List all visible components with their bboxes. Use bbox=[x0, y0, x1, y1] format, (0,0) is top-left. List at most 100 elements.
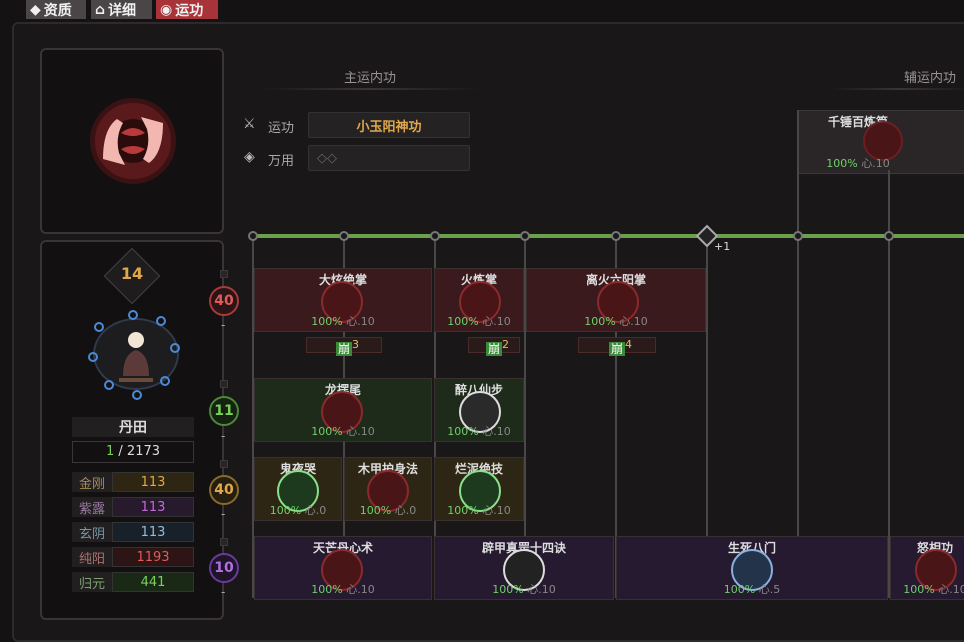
main-section-title: 主运内功 bbox=[343, 71, 396, 86]
skill-pct: 100% bbox=[903, 583, 935, 596]
collapse-tag[interactable]: 崩 3 bbox=[306, 337, 382, 356]
stat-value: 113 bbox=[112, 497, 194, 517]
skill-card[interactable]: 生死八门 100% 心.5 bbox=[616, 536, 888, 600]
skill-progress: 100% 心.10 bbox=[527, 313, 705, 329]
collapse-tag-label: 崩 bbox=[608, 342, 625, 356]
skill-progress: 100% 心.10 bbox=[739, 155, 964, 171]
row-level-badge: 40 bbox=[209, 286, 239, 316]
skill-pct: 100% bbox=[492, 583, 524, 596]
meridian-node bbox=[94, 322, 104, 332]
skill-xin: 心.10 bbox=[482, 425, 511, 438]
skill-xin: 心.10 bbox=[938, 583, 964, 596]
skill-card[interactable]: 醉八仙步 100% 心.10 bbox=[434, 378, 524, 442]
swords-icon: ⚔ bbox=[243, 116, 256, 132]
skill-progress: 100% 心.10 bbox=[435, 581, 613, 597]
skill-xin: 心.0 bbox=[394, 504, 417, 517]
skill-pct: 100% bbox=[584, 315, 616, 328]
stat-label: 归元 bbox=[72, 572, 112, 592]
skill-card[interactable]: 怒相功 100% 心.10 bbox=[890, 536, 964, 600]
aux-skill-card[interactable]: 千锤百炼篇 100% 心.10 bbox=[798, 110, 964, 174]
track-node bbox=[430, 231, 440, 241]
stat-value: 113 bbox=[112, 472, 194, 492]
skill-card[interactable]: 大炫绝掌 100% 心.10 bbox=[254, 268, 432, 332]
stat-label: 紫露 bbox=[72, 497, 112, 517]
tab-details[interactable]: ⌂ 详细 bbox=[91, 0, 152, 19]
skill-card[interactable]: 鬼夜哭 100% 心.0 bbox=[254, 457, 342, 521]
universal-label: 万用 bbox=[268, 154, 295, 169]
skill-card[interactable]: 龙摆尾 100% 心.10 bbox=[254, 378, 432, 442]
skill-xin: 心.10 bbox=[482, 315, 511, 328]
divider bbox=[830, 88, 964, 90]
meridian-node bbox=[160, 376, 170, 386]
skill-xin: 心.10 bbox=[482, 504, 511, 517]
collapse-tag-count: 4 bbox=[625, 338, 632, 351]
divider bbox=[260, 88, 480, 90]
tree-line bbox=[797, 110, 799, 598]
row-minus[interactable]: - bbox=[221, 429, 225, 443]
stat-label: 金刚 bbox=[72, 472, 112, 492]
tab-cultivation[interactable]: ◉ 运功 bbox=[156, 0, 218, 19]
skill-progress: 100% 心.10 bbox=[255, 313, 431, 329]
main-skill-field[interactable]: 小玉阳神功 bbox=[308, 112, 470, 138]
track-node bbox=[339, 231, 349, 241]
skill-pct: 100% bbox=[311, 425, 343, 438]
skill-progress: 100% 心.10 bbox=[435, 502, 523, 518]
skill-pct: 100% bbox=[311, 583, 343, 596]
tab-label: 详细 bbox=[108, 2, 137, 19]
row-marker bbox=[220, 460, 228, 468]
skill-card[interactable]: 烂泥绝技 100% 心.10 bbox=[434, 457, 524, 521]
skill-pct: 100% bbox=[447, 425, 479, 438]
skill-card[interactable]: 辟甲真罡十四诀 100% 心.10 bbox=[434, 536, 614, 600]
row-marker bbox=[220, 270, 228, 278]
row-minus[interactable]: - bbox=[221, 585, 225, 599]
stat-label: 玄阴 bbox=[72, 522, 112, 542]
dantian-value: 1 / 2173 bbox=[72, 441, 194, 463]
row-marker bbox=[220, 380, 228, 388]
collapse-tag-label: 崩 bbox=[335, 342, 352, 356]
meridian-node bbox=[104, 380, 114, 390]
track-bonus: +1 bbox=[714, 240, 731, 253]
row-minus[interactable]: - bbox=[221, 507, 225, 521]
skill-card[interactable]: 火炼掌 100% 心.10 bbox=[434, 268, 524, 332]
track-node bbox=[248, 231, 258, 241]
skill-pct: 100% bbox=[359, 504, 392, 517]
universal-field[interactable]: ◇◇ bbox=[308, 145, 470, 171]
character-level: 14 bbox=[120, 264, 144, 283]
skill-card[interactable]: 天芒丹心术 100% 心.10 bbox=[254, 536, 432, 600]
skill-pct: 100% bbox=[447, 504, 479, 517]
meridian-node bbox=[156, 316, 166, 326]
skill-pct: 100% bbox=[269, 504, 302, 517]
cultivate-label: 运功 bbox=[268, 121, 295, 136]
collapse-tag-label: 崩 bbox=[485, 342, 502, 356]
skill-xin: 心.10 bbox=[346, 315, 375, 328]
stat-value: 113 bbox=[112, 522, 194, 542]
skill-pct: 100% bbox=[447, 315, 479, 328]
universal-value: ◇◇ bbox=[317, 150, 337, 166]
collapse-tag-count: 2 bbox=[502, 338, 509, 351]
skill-card[interactable]: 离火六阳掌 100% 心.10 bbox=[526, 268, 706, 332]
diamond-swirl-icon: ◈ bbox=[244, 149, 255, 165]
tab-aptitude[interactable]: ◆ 资质 bbox=[26, 0, 86, 19]
stat-value: 441 bbox=[112, 572, 194, 592]
row-minus[interactable]: - bbox=[221, 318, 225, 332]
dantian-current: 1 bbox=[105, 444, 115, 459]
stat-label: 纯阳 bbox=[72, 547, 112, 567]
meridian-node bbox=[88, 352, 98, 362]
skill-xin: 心.5 bbox=[758, 583, 781, 596]
track-line bbox=[252, 234, 964, 238]
location-pin-icon: ◉ bbox=[160, 1, 173, 18]
meridian-node bbox=[132, 390, 142, 400]
tab-label: 资质 bbox=[43, 2, 72, 19]
skill-progress: 100% 心.10 bbox=[255, 423, 431, 439]
skill-name: 千锤百炼篇 bbox=[827, 115, 888, 129]
skill-xin: 心.10 bbox=[619, 315, 648, 328]
collapse-tag[interactable]: 崩 2 bbox=[468, 337, 520, 356]
track-node bbox=[520, 231, 530, 241]
palm-emblem-icon bbox=[90, 98, 176, 184]
collapse-tag[interactable]: 崩 4 bbox=[578, 337, 656, 356]
row-marker bbox=[220, 538, 228, 546]
skill-progress: 100% 心.5 bbox=[617, 581, 887, 597]
tab-label: 运功 bbox=[175, 2, 204, 19]
track-node bbox=[884, 231, 894, 241]
skill-card[interactable]: 木甲护身法 100% 心.0 bbox=[344, 457, 432, 521]
